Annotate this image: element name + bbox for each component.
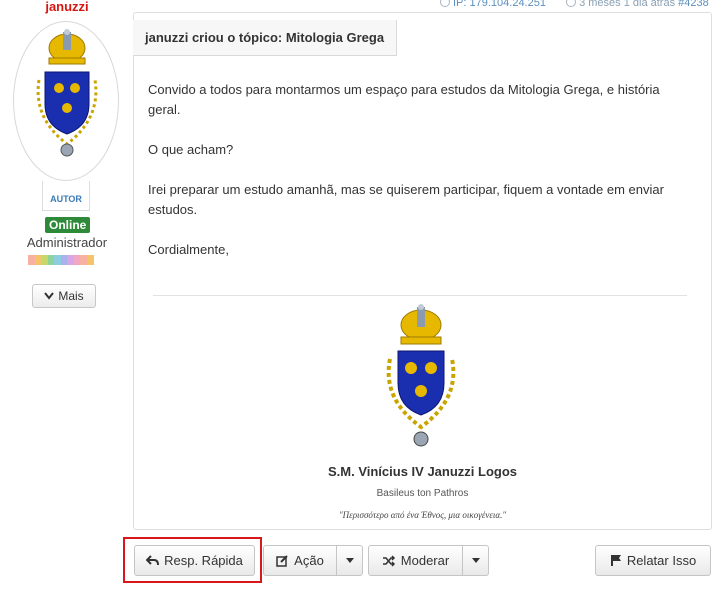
signature-subtitle: Basileus ton Pathros — [376, 488, 469, 499]
post-paragraph: Convido a todos para montarmos um espaço… — [148, 82, 660, 117]
signature-name: S.M. Vinícius IV Januzzi Logos — [327, 464, 517, 479]
online-badge: Online — [45, 217, 91, 233]
action-button[interactable]: Ação — [263, 545, 337, 576]
signature-logo-icon — [386, 304, 456, 447]
action-dropdown-toggle[interactable] — [336, 545, 363, 576]
post-permalink[interactable]: #4238 — [678, 0, 709, 9]
author-badge: AUTOR — [42, 181, 90, 211]
moderate-label: Moderar — [400, 553, 450, 568]
eye-icon — [440, 0, 450, 7]
caret-down-icon — [345, 558, 354, 563]
quick-reply-label: Resp. Rápida — [164, 553, 243, 568]
clock-icon — [566, 0, 577, 7]
reply-icon — [146, 555, 160, 566]
shuffle-icon — [382, 554, 395, 567]
post-meta: IP: 179.104.24.251 3 meses 1 dia atrás #… — [440, 0, 709, 9]
flag-icon — [610, 555, 621, 566]
coat-of-arms-icon — [36, 29, 98, 157]
more-label: Mais — [58, 289, 84, 303]
quick-reply-button[interactable]: Resp. Rápida — [134, 545, 255, 576]
action-label: Ação — [294, 553, 324, 568]
more-button[interactable]: Mais — [32, 284, 96, 308]
post-body: Convido a todos para montarmos um espaço… — [148, 80, 693, 280]
avatar[interactable] — [13, 21, 119, 181]
post-paragraph: Cordialmente, — [148, 242, 229, 257]
topic-title: januzzi criou o tópico: Mitologia Grega — [133, 20, 398, 56]
ip-address: IP: 179.104.24.251 — [453, 0, 546, 9]
post-time: 3 meses 1 dia atrás — [579, 0, 676, 9]
moderate-dropdown-toggle[interactable] — [462, 545, 489, 576]
username[interactable]: januzzi — [0, 0, 134, 14]
edit-icon — [276, 555, 288, 567]
moderate-button[interactable]: Moderar — [368, 545, 463, 576]
rank-stars — [28, 252, 104, 265]
caret-down-icon — [471, 558, 480, 563]
post-paragraph: O que acham? — [148, 142, 234, 157]
post-paragraph: Irei preparar um estudo amanhã, mas se q… — [148, 182, 664, 217]
signature-motto: "Περισσότερο από ένα Έθνος, μια οικογένε… — [338, 510, 507, 520]
signature-divider — [153, 295, 687, 296]
chevron-down-icon — [44, 292, 55, 300]
report-button[interactable]: Relatar Isso — [595, 545, 711, 576]
report-label: Relatar Isso — [626, 553, 697, 568]
user-role: Administrador — [26, 235, 108, 250]
